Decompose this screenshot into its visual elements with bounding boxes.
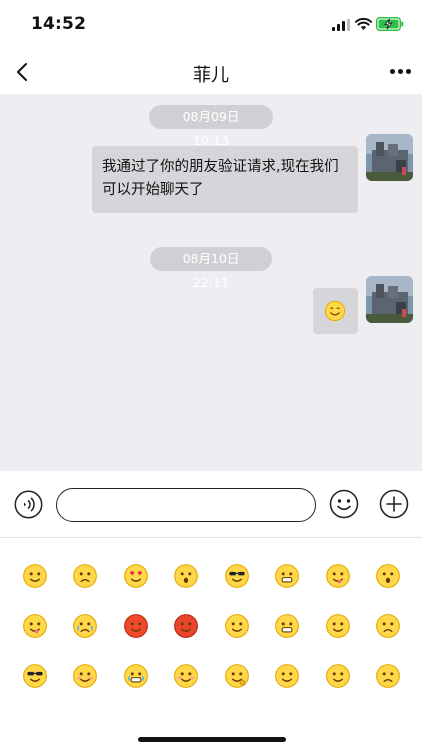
smile-emoji-icon [324,300,346,322]
cellular-signal-icon [332,19,350,31]
blushing-emoji-icon[interactable] [72,663,98,689]
pondering-emoji-icon[interactable] [224,663,250,689]
sly-smile-emoji-icon[interactable] [224,613,250,639]
worried-emoji-icon[interactable] [72,563,98,589]
heart-eyes-emoji-icon[interactable] [123,563,149,589]
status-time: 14:52 [31,14,87,34]
chat-screen: 14:52 菲儿 08月09日 10:13 我通过了你的朋友验证请求,现在我们可… [0,0,422,750]
message-bubble[interactable] [313,288,358,334]
smile-emoji-icon[interactable] [22,563,48,589]
furious-emoji-icon[interactable] [173,613,199,639]
grin-emoji-icon[interactable] [274,563,300,589]
avatar[interactable] [366,276,413,323]
cool-sunglasses-emoji-icon[interactable] [224,563,250,589]
nav-bar: 菲儿 [0,50,422,94]
home-indicator [138,737,286,742]
confused-emoji-icon[interactable] [325,663,351,689]
thinking-question-emoji-icon[interactable] [325,613,351,639]
message-timestamp: 08月09日 10:13 [149,105,273,148]
content-smile-emoji-icon[interactable] [274,663,300,689]
emoji-panel [0,539,422,750]
sad-emoji-icon[interactable] [375,613,401,639]
message-bubble[interactable]: 我通过了你的朋友验证请求,现在我们可以开始聊天了 [92,146,358,213]
angry-red-emoji-icon[interactable] [123,613,149,639]
more-options-icon[interactable] [390,68,412,76]
avatar[interactable] [366,134,413,181]
surprised-emoji-icon[interactable] [375,563,401,589]
cool-mustache-emoji-icon[interactable] [22,663,48,689]
shy-emoji-icon[interactable] [173,663,199,689]
message-timestamp: 08月10日 22:11 [150,247,272,290]
chat-message-list[interactable]: 08月09日 10:13 我通过了你的朋友验证请求,现在我们可以开始聊天了 08… [0,94,422,471]
message-input[interactable] [56,488,316,522]
drool-emoji-icon[interactable] [22,613,48,639]
wifi-icon [355,17,372,30]
message-text: 我通过了你的朋友验证请求,现在我们可以开始聊天了 [102,159,339,198]
grimace-emoji-icon[interactable] [274,613,300,639]
plus-more-icon[interactable] [379,489,409,519]
chat-title: 菲儿 [193,65,229,86]
laughing-tears-emoji-icon[interactable] [123,663,149,689]
input-bar [0,471,422,538]
shocked-emoji-icon[interactable] [173,563,199,589]
frown-emoji-icon[interactable] [375,663,401,689]
tongue-wink-emoji-icon[interactable] [325,563,351,589]
voice-input-icon[interactable] [14,490,43,519]
status-bar: 14:52 [0,0,422,50]
emoji-picker-icon[interactable] [329,489,359,519]
crying-emoji-icon[interactable] [72,613,98,639]
battery-charging-icon [376,17,404,31]
